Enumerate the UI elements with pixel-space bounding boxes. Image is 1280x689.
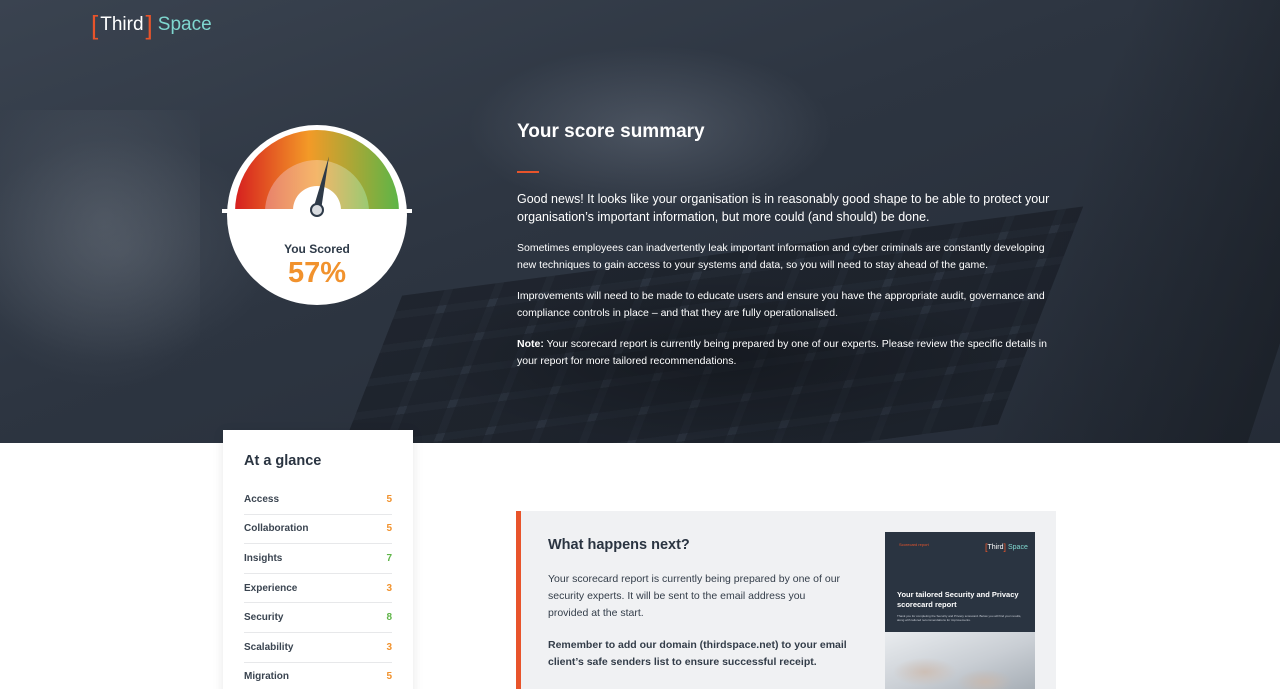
glance-item-experience: Experience 3 xyxy=(244,574,392,604)
gauge-pivot xyxy=(310,203,324,217)
glance-item-security: Security 8 xyxy=(244,603,392,633)
note-label: Note: xyxy=(517,338,544,350)
glance-item-score: 7 xyxy=(386,552,392,564)
glance-item-score: 5 xyxy=(386,493,392,505)
hero-photo-sleeve xyxy=(0,110,200,390)
glance-item-label: Migration xyxy=(244,671,289,683)
gauge-label: You Scored xyxy=(284,242,350,256)
summary-accent-rule xyxy=(517,171,539,173)
report-intro-text: Thank you for completing the Security an… xyxy=(897,614,1022,622)
glance-item-label: Scalability xyxy=(244,641,294,653)
score-gauge: You Scored 57% xyxy=(222,125,412,305)
next-body: Your scorecard report is currently being… xyxy=(548,573,841,619)
glance-item-label: Experience xyxy=(244,582,298,594)
glance-title: At a glance xyxy=(244,453,322,469)
glance-item-insights: Insights 7 xyxy=(244,544,392,574)
glance-item-migration: Migration 5 xyxy=(244,663,392,689)
report-logo: [ Third ] Space xyxy=(985,542,1028,552)
glance-item-label: Access xyxy=(244,493,280,505)
summary-title: Your score summary xyxy=(517,121,705,142)
next-title: What happens next? xyxy=(548,537,690,553)
glance-list: Access 5 Collaboration 5 Insights 7 Experie… xyxy=(244,485,392,689)
at-a-glance-card: At a glance Access 5 Collaboration 5 Insig… xyxy=(223,430,413,689)
thirdspace-logo[interactable]: [ Third ] Space xyxy=(91,11,212,39)
glance-item-label: Collaboration xyxy=(244,523,309,535)
report-title: Your tailored Security and Privacy score… xyxy=(897,590,1019,609)
note-text: Your scorecard report is currently being… xyxy=(517,338,1047,367)
report-logo-bracket-right: ] xyxy=(1003,542,1006,552)
report-logo-space: Space xyxy=(1007,543,1028,551)
summary-paragraph-2: Improvements will need to be made to edu… xyxy=(517,290,1045,319)
glance-item-access: Access 5 xyxy=(244,485,392,515)
score-summary: Your score summary Good news! It looks l… xyxy=(517,121,1057,370)
summary-note: Note: Your scorecard report is currently… xyxy=(517,336,1057,370)
logo-space: Space xyxy=(157,14,212,35)
what-happens-next-panel: What happens next? Your scorecard report… xyxy=(516,511,1056,689)
next-safe-senders-note: Remember to add our domain (thirdspace.n… xyxy=(548,639,847,668)
glance-item-score: 8 xyxy=(386,612,392,624)
glance-item-scalability: Scalability 3 xyxy=(244,633,392,663)
report-cover-thumbnail: Scorecard report [ Third ] Space Your ta… xyxy=(885,532,1035,689)
report-tag: Scorecard report xyxy=(899,542,929,547)
report-cover-photo xyxy=(885,632,1035,689)
logo-third: Third xyxy=(100,14,144,35)
glance-item-score: 5 xyxy=(386,671,392,683)
glance-item-collaboration: Collaboration 5 xyxy=(244,515,392,545)
report-logo-third: Third xyxy=(987,543,1004,551)
glance-item-label: Insights xyxy=(244,552,283,564)
glance-item-score: 5 xyxy=(386,523,392,535)
glance-item-label: Security xyxy=(244,612,284,624)
logo-bracket-left: [ xyxy=(91,10,99,40)
glance-item-score: 3 xyxy=(386,641,392,653)
hero-banner: [ Third ] Space You Scored 57% Your scor… xyxy=(0,0,1280,443)
glance-item-score: 3 xyxy=(386,582,392,594)
summary-paragraph-1: Sometimes employees can inadvertently le… xyxy=(517,242,1045,271)
logo-bracket-right: ] xyxy=(145,10,153,40)
summary-lead: Good news! It looks like your organisati… xyxy=(517,192,1050,224)
gauge-value: 57% xyxy=(287,257,347,289)
